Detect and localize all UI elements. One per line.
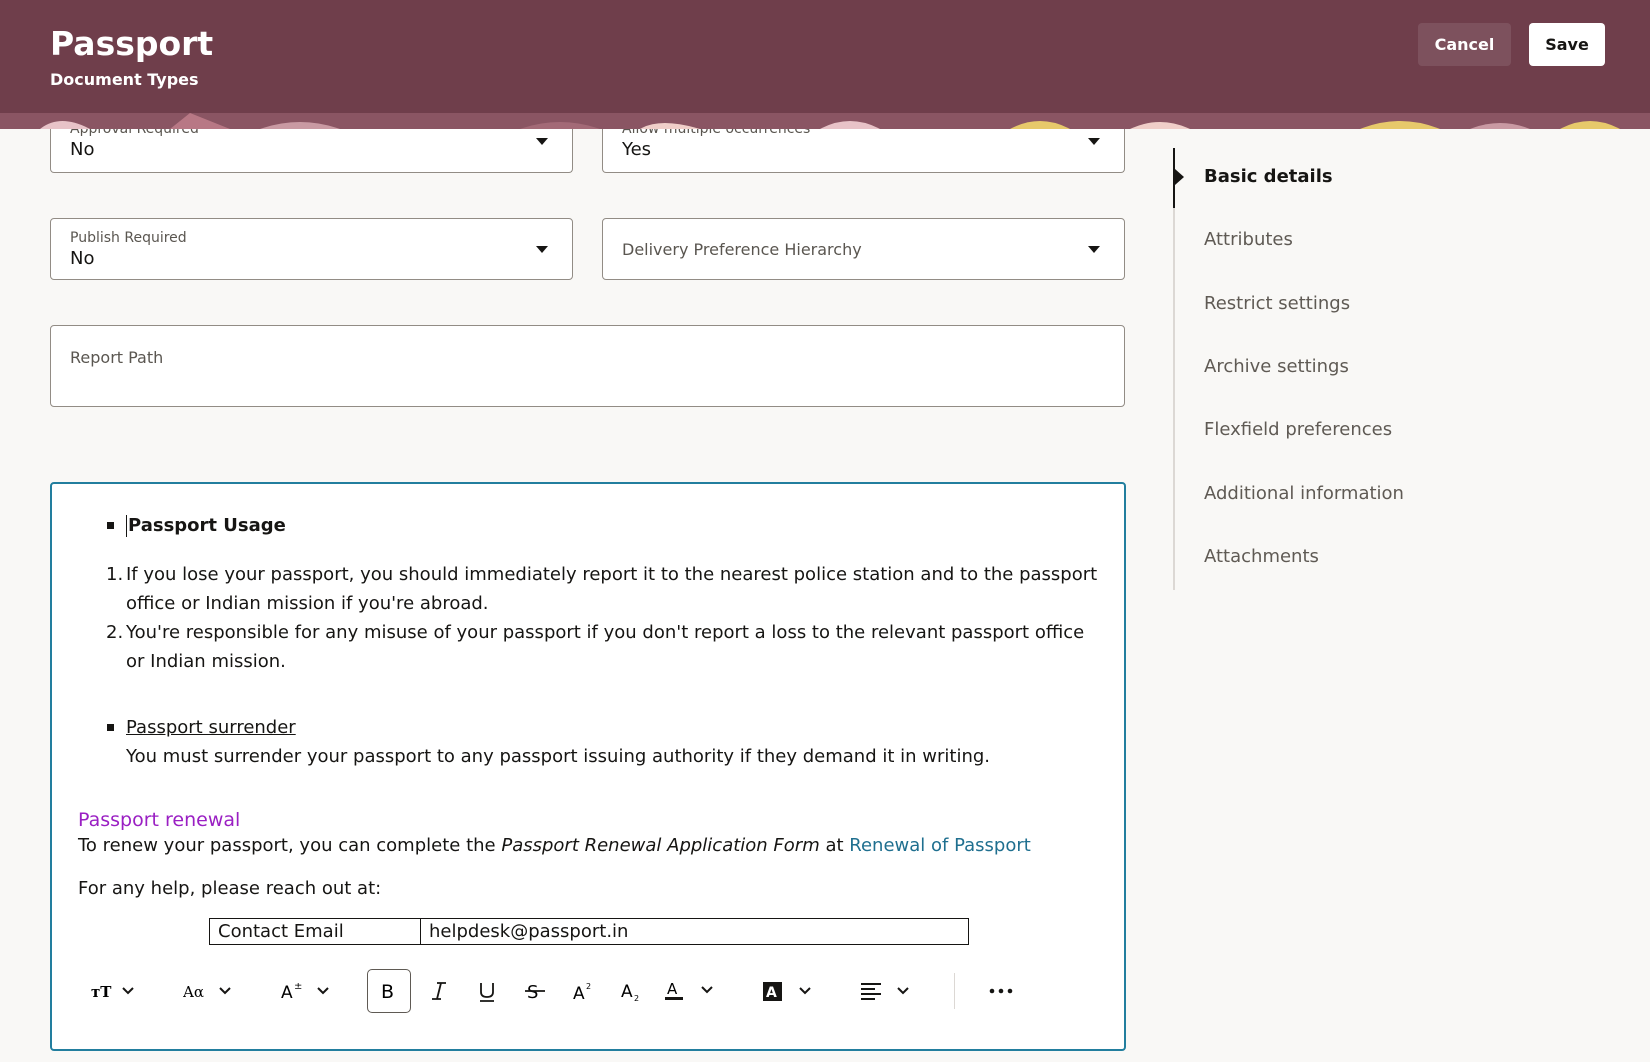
publish-required-select[interactable]: Publish Required No [50,218,573,280]
text-style-icon[interactable]: тT [86,969,146,1013]
list-item-number: 2. [106,622,124,643]
contact-value-cell: helpdesk@passport.in [420,918,969,945]
bullet-marker [107,522,114,529]
renewal-form-name: Passport Renewal Application Form [501,835,820,856]
align-icon[interactable] [858,969,918,1013]
approval-required-select[interactable]: Approval Required No [50,113,573,173]
svg-text:±: ± [294,981,302,992]
save-button[interactable]: Save [1529,23,1605,66]
italic-icon[interactable] [417,969,461,1013]
cancel-button[interactable]: Cancel [1418,23,1511,66]
delivery-preference-label: Delivery Preference Hierarchy [622,240,862,259]
renewal-text-at: at [819,835,850,856]
nav-item-attachments[interactable]: Attachments [1204,546,1319,567]
delivery-preference-select[interactable]: Delivery Preference Hierarchy [602,218,1125,280]
svg-text:S: S [527,982,538,1002]
chevron-down-icon [1088,246,1100,253]
page-title: Passport [50,24,214,63]
font-family-icon[interactable]: Aα [180,969,240,1013]
publish-required-label: Publish Required [70,230,187,246]
chevron-down-icon [1088,138,1100,145]
svg-text:Aα: Aα [183,983,204,1001]
bullet-marker [107,724,114,731]
list-item-number: 1. [106,564,124,585]
svg-text:B: B [381,981,394,1002]
list-item-line: or Indian mission. [126,651,286,672]
subscript-icon[interactable]: A2 [609,969,653,1013]
svg-text:A: A [281,983,293,1002]
page-header: Passport Document Types Cancel Save [0,0,1650,129]
svg-text:A: A [667,980,678,998]
text-cursor [126,515,127,537]
font-size-icon[interactable]: A ± [278,969,338,1013]
approval-required-label: Approval Required [70,121,199,137]
renewal-text-pre: To renew your passport, you can complete… [78,835,502,856]
bold-icon[interactable]: B [367,969,411,1013]
underline-icon[interactable] [465,969,509,1013]
svg-text:A: A [621,982,633,1002]
svg-text:2: 2 [634,994,639,1002]
list-item-line: If you lose your passport, you should im… [126,564,1098,585]
list-item-line: You're responsible for any misuse of you… [126,622,1085,643]
svg-text:A: A [573,984,585,1002]
svg-text:тT: тT [91,983,112,1001]
table-row: Contact Email helpdesk@passport.in [209,918,969,945]
report-path-input[interactable]: Report Path [50,325,1125,407]
nav-item-attributes[interactable]: Attributes [1204,229,1293,250]
toolbar-divider [954,973,955,1009]
page-subtitle: Document Types [50,70,199,89]
nav-item-additional-information[interactable]: Additional information [1204,483,1404,504]
contact-table: Contact Email helpdesk@passport.in [209,918,969,945]
help-text: For any help, please reach out at: [78,878,382,899]
rich-text-editor[interactable]: Passport Usage 1. If you lose your passp… [50,482,1126,1051]
publish-required-value: No [70,248,95,269]
more-icon[interactable] [979,969,1023,1013]
usage-heading: Passport Usage [126,511,286,540]
superscript-icon[interactable]: A2 [561,969,605,1013]
allow-multiple-label: Allow multiple occurrences [622,121,811,137]
nav-item-flexfield-preferences[interactable]: Flexfield preferences [1204,419,1392,440]
nav-item-archive-settings[interactable]: Archive settings [1204,356,1349,377]
allow-multiple-select[interactable]: Allow multiple occurrences Yes [602,113,1125,173]
chevron-down-icon [536,138,548,145]
usage-heading-text: Passport Usage [128,515,286,536]
list-item-line: office or Indian mission if you're abroa… [126,593,489,614]
svg-text:A: A [766,985,777,1001]
nav-item-restrict-settings[interactable]: Restrict settings [1204,293,1350,314]
surrender-heading: Passport surrender [126,717,296,738]
renewal-text: To renew your passport, you can complete… [78,831,1031,860]
section-nav: Basic details Attributes Restrict settin… [1173,148,1473,590]
contact-label-cell: Contact Email [209,918,421,945]
nav-item-basic-details[interactable]: Basic details [1204,166,1333,187]
allow-multiple-value: Yes [622,139,652,160]
strikethrough-icon[interactable]: S [513,969,557,1013]
highlight-icon[interactable]: A [760,969,820,1013]
active-arrow-icon [1175,169,1184,185]
surrender-text: You must surrender your passport to any … [126,746,990,767]
font-color-icon[interactable]: A [662,969,722,1013]
svg-text:2: 2 [586,982,591,991]
report-path-label: Report Path [70,348,164,367]
renewal-link[interactable]: Renewal of Passport [849,835,1031,856]
chevron-down-icon [536,246,548,253]
approval-required-value: No [70,139,95,160]
